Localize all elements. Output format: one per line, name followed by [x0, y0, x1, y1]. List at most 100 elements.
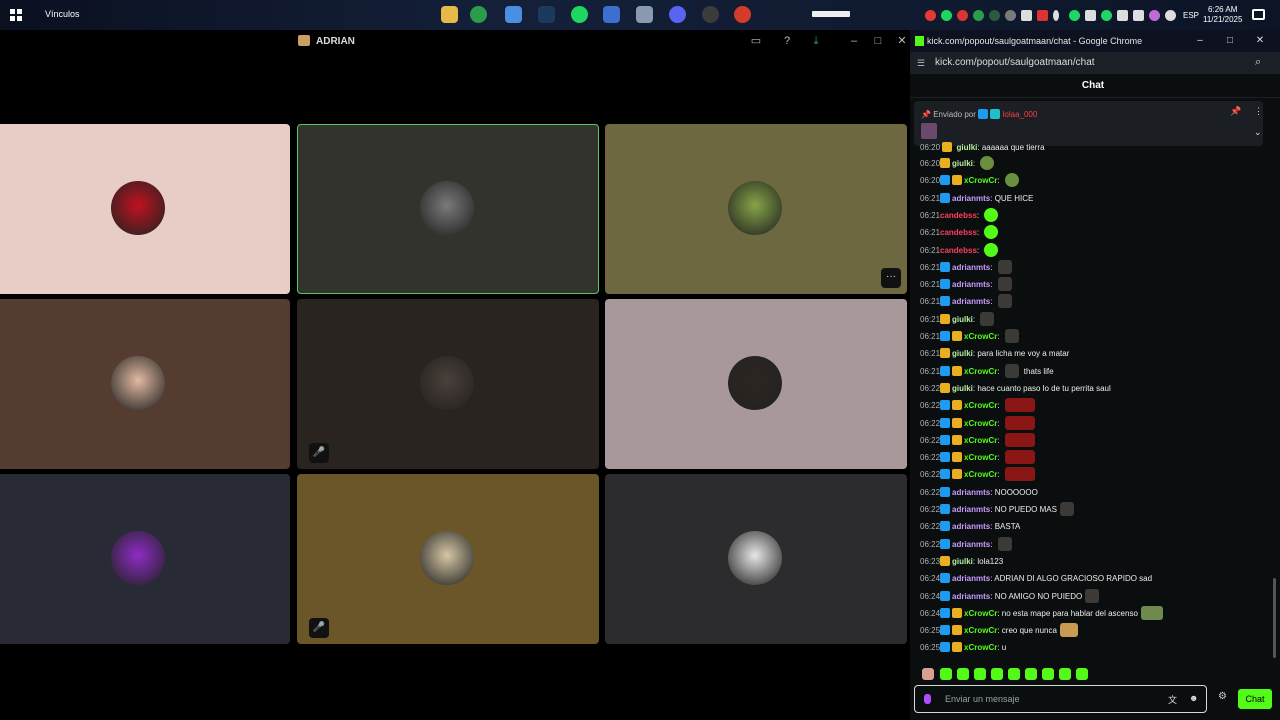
chat-message[interactable]: 06:22 adrianmts: NO PUEDO MAS: [920, 502, 1074, 518]
message-username[interactable]: adrianmts: [952, 505, 990, 514]
chat-message[interactable]: 06:23 giulki: lola123: [920, 554, 1003, 570]
message-username[interactable]: adrianmts: [952, 540, 990, 549]
participant-tile[interactable]: ···: [605, 124, 907, 294]
download-icon[interactable]: ⤓: [809, 34, 823, 48]
message-username[interactable]: candebss: [940, 228, 977, 237]
quick-emote-icon[interactable]: [991, 668, 1003, 680]
tray-spotify-icon[interactable]: [941, 10, 952, 21]
chat-message[interactable]: 06:21 xCrowCr:: [920, 329, 1019, 345]
pin-icon[interactable]: 📌: [1230, 106, 1241, 117]
participant-tile[interactable]: 🎤: [297, 299, 599, 469]
chat-message[interactable]: 06:22 xCrowCr:: [920, 467, 1035, 483]
chat-message[interactable]: 06:20 xCrowCr:: [920, 173, 1019, 189]
emote-icon[interactable]: [997, 277, 1012, 292]
emote-icon[interactable]: [984, 207, 999, 222]
chat-message-list[interactable]: 06:20 giulki: aaaaaa que tierra 06:20 giu…: [920, 140, 1270, 660]
message-username[interactable]: xCrowCr: [964, 609, 997, 618]
chat-input-box[interactable]: 文 ☻: [914, 685, 1207, 713]
chat-message[interactable]: 06:20 giulki:: [920, 156, 995, 172]
chat-message-input[interactable]: [945, 686, 1155, 712]
copilot-icon[interactable]: [505, 6, 522, 23]
message-username[interactable]: adrianmts: [952, 522, 990, 531]
chat-message[interactable]: 06:24 adrianmts: ADRIAN DI ALGO GRACIOSO …: [920, 571, 1152, 587]
maximize-icon[interactable]: □: [1222, 33, 1238, 49]
app-icon[interactable]: [636, 6, 653, 23]
clock[interactable]: 6:26 AM 11/21/2025: [1203, 5, 1242, 25]
tray-app-icon[interactable]: [1005, 10, 1016, 21]
chat-message[interactable]: 06:22 xCrowCr:: [920, 415, 1035, 432]
chat-message[interactable]: 06:22 adrianmts: NOOOOOO: [920, 485, 1038, 501]
participant-tile[interactable]: [605, 474, 907, 644]
minimize-icon[interactable]: –: [847, 34, 861, 48]
emote-icon[interactable]: [1140, 605, 1163, 620]
maximize-icon[interactable]: □: [871, 34, 885, 48]
message-username[interactable]: giulki: [952, 159, 973, 168]
message-username[interactable]: adrianmts: [952, 574, 990, 583]
microphone-icon[interactable]: [1053, 10, 1059, 21]
emote-icon[interactable]: [1004, 363, 1019, 378]
chat-message[interactable]: 06:22 xCrowCr:: [920, 450, 1035, 466]
emote-icon[interactable]: [1004, 329, 1019, 343]
chrome-profile-icon[interactable]: [734, 6, 751, 23]
quick-emote-icon[interactable]: [1076, 668, 1088, 680]
pinned-user[interactable]: lolaa_000: [1003, 110, 1038, 119]
emote-icon[interactable]: [984, 242, 999, 257]
tray-app-icon[interactable]: [1133, 10, 1144, 21]
tray-app-icon[interactable]: [989, 10, 1000, 21]
chat-message[interactable]: 06:22 xCrowCr:: [920, 432, 1035, 449]
file-explorer-icon[interactable]: [441, 6, 458, 23]
inbox-icon[interactable]: ▭: [749, 34, 763, 48]
chat-message[interactable]: 06:21 giulki:: [920, 311, 995, 328]
spotify-icon[interactable]: [571, 6, 588, 23]
url-text[interactable]: kick.com/popout/saulgoatmaan/chat: [935, 57, 1095, 68]
tray-app-icon[interactable]: [957, 10, 968, 21]
tray-app-icon[interactable]: [1037, 10, 1048, 21]
message-username[interactable]: adrianmts: [952, 263, 990, 272]
message-username[interactable]: xCrowCr: [964, 401, 997, 410]
chat-message[interactable]: 06:21 giulki: para licha me voy a matar: [920, 346, 1069, 362]
chevron-down-icon[interactable]: ⌄: [1254, 127, 1262, 138]
network-icon[interactable]: [1165, 10, 1176, 21]
participant-tile[interactable]: [297, 124, 599, 294]
emote-icon[interactable]: [1004, 173, 1019, 188]
participant-tile[interactable]: 🎤: [297, 474, 599, 644]
chat-message[interactable]: 06:25 xCrowCr: u: [920, 640, 1006, 656]
emote-icon[interactable]: [1085, 588, 1100, 603]
tray-app-icon[interactable]: [1117, 10, 1128, 21]
message-username[interactable]: giulki: [956, 143, 977, 152]
emote-icon[interactable]: [1004, 415, 1035, 430]
message-username[interactable]: adrianmts: [952, 592, 990, 601]
ms-store-icon[interactable]: [603, 6, 620, 23]
emote-icon[interactable]: [997, 536, 1012, 551]
chat-settings-gear-icon[interactable]: ⚙: [1218, 691, 1227, 702]
quick-emote-icon[interactable]: [1042, 668, 1054, 680]
message-username[interactable]: giulki: [952, 349, 973, 358]
chat-message[interactable]: 06:24 xCrowCr: no esta mape para hablar d…: [920, 605, 1163, 622]
message-username[interactable]: xCrowCr: [964, 176, 997, 185]
quick-emote-icon[interactable]: [1059, 668, 1071, 680]
chat-message[interactable]: 06:22 adrianmts: BASTA: [920, 519, 1020, 535]
message-username[interactable]: candebss: [940, 211, 977, 220]
message-username[interactable]: xCrowCr: [964, 332, 997, 341]
windows-start-icon[interactable]: [10, 9, 22, 21]
chat-message[interactable]: 06:21 adrianmts:: [920, 294, 1012, 310]
emote-icon[interactable]: [1004, 450, 1035, 465]
emote-icon[interactable]: [1004, 432, 1035, 447]
message-username[interactable]: giulki: [952, 557, 973, 566]
help-icon[interactable]: ?: [780, 34, 794, 48]
message-username[interactable]: xCrowCr: [964, 470, 997, 479]
chat-message[interactable]: 06:21candebss:: [920, 225, 999, 241]
quick-emote-icon[interactable]: [957, 668, 969, 680]
more-options-icon[interactable]: ···: [881, 268, 901, 288]
message-username[interactable]: adrianmts: [952, 297, 990, 306]
emote-icon[interactable]: [980, 311, 995, 326]
obs-icon[interactable]: [702, 6, 719, 23]
emote-icon[interactable]: [1004, 398, 1035, 413]
zoom-search-icon[interactable]: ⌕: [1255, 56, 1261, 69]
chat-message[interactable]: 06:25 xCrowCr: creo que nunca: [920, 623, 1078, 639]
translate-icon[interactable]: 文: [1168, 693, 1177, 706]
close-icon[interactable]: ✕: [895, 34, 909, 48]
participant-tile[interactable]: [0, 474, 290, 644]
quick-emote-icon[interactable]: [1025, 668, 1037, 680]
emote-icon[interactable]: [984, 225, 999, 240]
